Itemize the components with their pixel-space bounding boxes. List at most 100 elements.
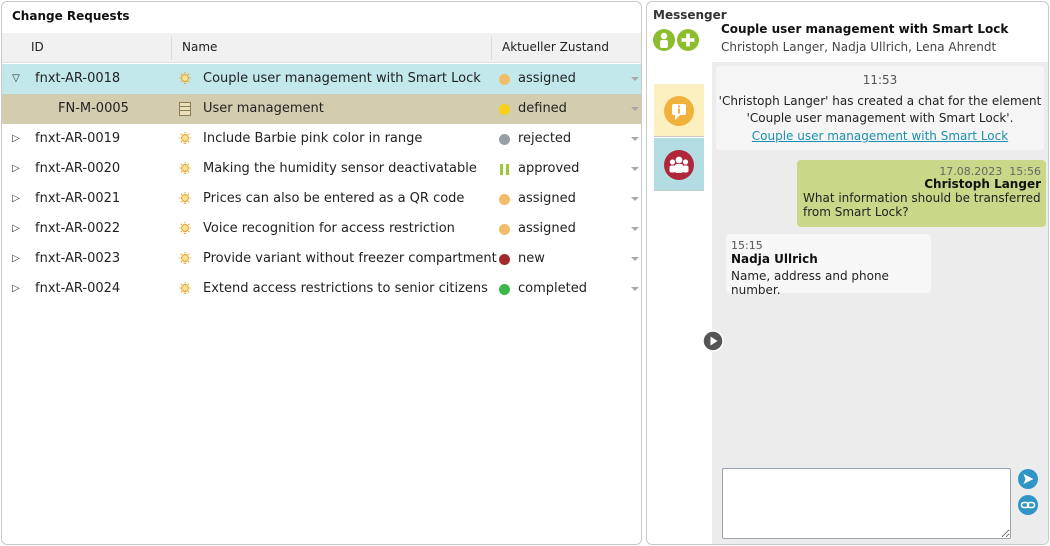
system-message-time: 11:53 bbox=[862, 73, 898, 87]
status-dot-icon bbox=[499, 74, 510, 85]
system-message: 11:53 'Christoph Langer' has created a c… bbox=[716, 66, 1044, 150]
row-status: assigned bbox=[518, 191, 576, 206]
row-name: Voice recognition for access restriction bbox=[203, 221, 455, 236]
lightbulb-icon bbox=[177, 251, 193, 267]
send-icon[interactable] bbox=[1018, 469, 1038, 489]
status-dropdown-icon[interactable] bbox=[631, 137, 639, 141]
row-id: fnxt-AR-0018 bbox=[35, 71, 121, 86]
expand-toggle-icon[interactable]: ▷ bbox=[9, 184, 23, 214]
messenger-title: Messenger bbox=[653, 8, 727, 22]
group-icon bbox=[664, 150, 694, 180]
status-pause-icon bbox=[500, 164, 509, 175]
tab-group-chat[interactable] bbox=[654, 138, 704, 191]
module-icon bbox=[177, 101, 193, 117]
message-author: Nadja Ullrich bbox=[731, 252, 818, 266]
table-row[interactable]: ▷ fnxt-AR-0024 Extend access restrictions … bbox=[2, 274, 641, 304]
row-name: Prices can also be entered as a QR code bbox=[203, 191, 465, 206]
status-dot-icon bbox=[499, 254, 510, 265]
row-name: Couple user management with Smart Lock bbox=[203, 71, 481, 86]
row-status: completed bbox=[518, 281, 587, 296]
row-name: Making the humidity sensor deactivatable bbox=[203, 161, 477, 176]
row-id: fnxt-AR-0022 bbox=[35, 221, 121, 236]
row-name: Provide variant without freezer compartm… bbox=[203, 251, 497, 266]
lightbulb-icon bbox=[177, 131, 193, 147]
table-row[interactable]: ▷ fnxt-AR-0021 Prices can also be entered … bbox=[2, 184, 641, 214]
user-icon[interactable] bbox=[653, 29, 675, 51]
chat-participants: Christoph Langer, Nadja Ullrich, Lena Ah… bbox=[721, 40, 997, 54]
status-dropdown-icon[interactable] bbox=[631, 257, 639, 261]
add-icon[interactable] bbox=[677, 29, 699, 51]
lightbulb-icon bbox=[177, 221, 193, 237]
grid-header: ID Name Aktueller Zustand bbox=[2, 33, 641, 63]
received-message: 15:15 Nadja Ullrich Name, address and ph… bbox=[726, 234, 931, 297]
messenger-panel: Messenger Couple user management with Sm… bbox=[646, 1, 1049, 545]
chat-title: Couple user management with Smart Lock bbox=[721, 22, 1009, 36]
system-message-line: 'Christoph Langer' has created a chat fo… bbox=[718, 94, 1042, 108]
expand-toggle-icon[interactable] bbox=[9, 94, 23, 124]
lightbulb-icon bbox=[177, 71, 193, 87]
message-text: What information should be transferred f… bbox=[803, 191, 1041, 219]
link-icon[interactable] bbox=[1018, 495, 1038, 515]
table-row[interactable]: FN-M-0005 User management defined bbox=[2, 94, 641, 124]
column-header-name[interactable]: Name bbox=[182, 33, 217, 63]
tab-info[interactable] bbox=[654, 84, 704, 137]
element-link[interactable]: Couple user management with Smart Lock bbox=[716, 129, 1044, 143]
expand-toggle-icon[interactable]: ▷ bbox=[9, 214, 23, 244]
status-dropdown-icon[interactable] bbox=[631, 77, 639, 81]
table-row[interactable]: ▷ fnxt-AR-0019 Include Barbie pink color i… bbox=[2, 124, 641, 154]
collapse-toggle-icon[interactable] bbox=[702, 330, 724, 352]
row-id: FN-M-0005 bbox=[58, 101, 129, 116]
message-time: 15:15 bbox=[731, 239, 763, 252]
row-status: approved bbox=[518, 161, 580, 176]
status-dot-icon bbox=[499, 224, 510, 235]
lightbulb-icon bbox=[177, 161, 193, 177]
status-dot-icon bbox=[499, 104, 510, 115]
message-author: Christoph Langer bbox=[924, 177, 1041, 191]
row-name: User management bbox=[203, 101, 324, 116]
status-dropdown-icon[interactable] bbox=[631, 287, 639, 291]
system-message-line: 'Couple user management with Smart Lock'… bbox=[746, 111, 1014, 125]
system-message-text: 'Christoph Langer' has created a chat fo… bbox=[716, 93, 1044, 127]
panel-title: Change Requests bbox=[12, 9, 130, 23]
message-input[interactable] bbox=[722, 468, 1011, 539]
table-row[interactable]: ▷ fnxt-AR-0023 Provide variant without fre… bbox=[2, 244, 641, 274]
expand-toggle-icon[interactable]: ▷ bbox=[9, 244, 23, 274]
row-id: fnxt-AR-0024 bbox=[35, 281, 121, 296]
change-requests-panel: Change Requests ID Name Aktueller Zustan… bbox=[1, 1, 642, 545]
expand-toggle-icon[interactable]: ▷ bbox=[9, 124, 23, 154]
row-id: fnxt-AR-0021 bbox=[35, 191, 121, 206]
own-message: 17.08.2023 15:56 Christoph Langer What i… bbox=[797, 160, 1046, 227]
row-status: new bbox=[518, 251, 545, 266]
row-id: fnxt-AR-0020 bbox=[35, 161, 121, 176]
row-status: defined bbox=[518, 101, 567, 116]
column-separator[interactable] bbox=[491, 36, 492, 60]
row-name: Extend access restrictions to senior cit… bbox=[203, 281, 488, 296]
expand-toggle-icon[interactable]: ▷ bbox=[9, 154, 23, 184]
table-row[interactable]: ▽ fnxt-AR-0018 Couple user management with… bbox=[2, 64, 641, 94]
status-dot-icon bbox=[499, 134, 510, 145]
table-row[interactable]: ▷ fnxt-AR-0020 Making the humidity sensor … bbox=[2, 154, 641, 184]
row-status: rejected bbox=[518, 131, 572, 146]
column-header-status[interactable]: Aktueller Zustand bbox=[502, 33, 609, 63]
info-chat-icon bbox=[664, 96, 694, 126]
lightbulb-icon bbox=[177, 281, 193, 297]
status-dot-icon bbox=[499, 194, 510, 205]
status-dropdown-icon[interactable] bbox=[631, 227, 639, 231]
expand-toggle-icon[interactable]: ▽ bbox=[9, 64, 23, 94]
row-status: assigned bbox=[518, 71, 576, 86]
status-dropdown-icon[interactable] bbox=[631, 107, 639, 111]
status-dropdown-icon[interactable] bbox=[631, 197, 639, 201]
status-dropdown-icon[interactable] bbox=[631, 167, 639, 171]
row-id: fnxt-AR-0023 bbox=[35, 251, 121, 266]
row-status: assigned bbox=[518, 221, 576, 236]
chat-messages[interactable]: 11:53 'Christoph Langer' has created a c… bbox=[712, 62, 1048, 544]
column-separator[interactable] bbox=[171, 36, 172, 60]
status-dot-icon bbox=[499, 284, 510, 295]
message-text: Name, address and phone number. bbox=[731, 269, 889, 297]
row-id: fnxt-AR-0019 bbox=[35, 131, 121, 146]
table-row[interactable]: ▷ fnxt-AR-0022 Voice recognition for acces… bbox=[2, 214, 641, 244]
row-name: Include Barbie pink color in range bbox=[203, 131, 423, 146]
expand-toggle-icon[interactable]: ▷ bbox=[9, 274, 23, 304]
column-header-id[interactable]: ID bbox=[31, 33, 44, 63]
lightbulb-icon bbox=[177, 191, 193, 207]
